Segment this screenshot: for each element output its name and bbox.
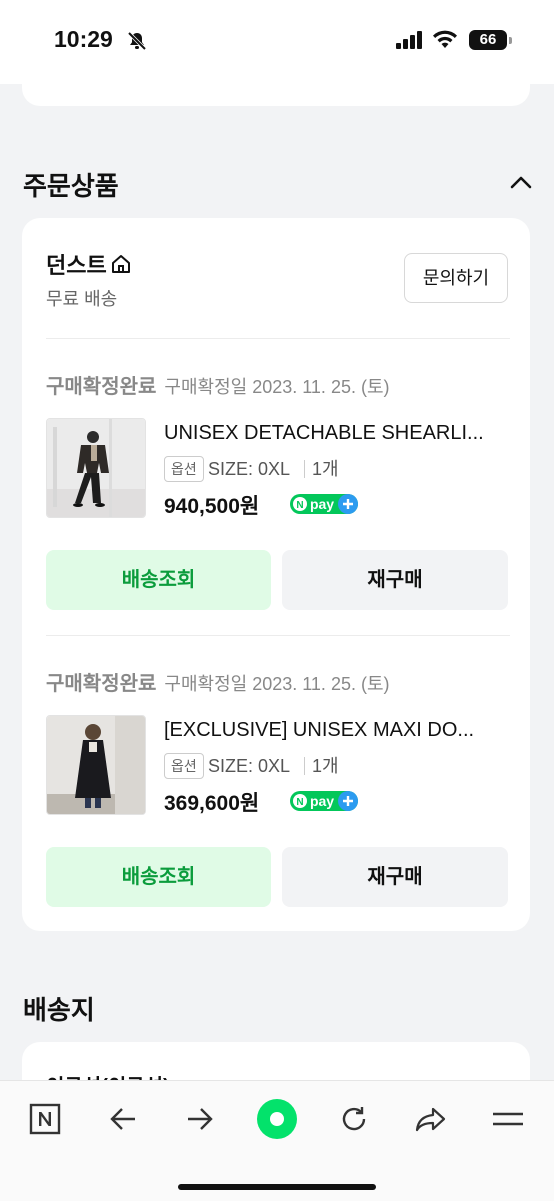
back-arrow-icon [110, 1108, 135, 1130]
track-delivery-button[interactable]: 배송조회 [46, 847, 271, 907]
separator [304, 757, 305, 775]
order-status-label: 구매확정완료 [46, 376, 157, 398]
naver-home-button[interactable] [20, 1099, 70, 1139]
order-status-label: 구매확정완료 [46, 673, 157, 695]
share-icon [415, 1107, 446, 1132]
forward-button[interactable] [175, 1099, 225, 1139]
svg-text:N: N [296, 500, 303, 511]
npay-label: pay [310, 793, 334, 809]
refresh-button[interactable] [329, 1099, 379, 1139]
npay-label: pay [310, 496, 334, 512]
delivery-address-title: 배송지 [23, 995, 95, 1025]
menu-icon [493, 1112, 523, 1126]
order-card: 던스트 무료 배송 문의하기 구매확정완료구매확정일 2023. 11. 25.… [22, 218, 530, 931]
order-status: 구매확정완료 구매확정일 2023. 11. 25. (토) [46, 370, 390, 399]
battery-tip [509, 37, 512, 44]
inquiry-button[interactable]: 문의하기 [404, 253, 508, 303]
signal-icon [396, 31, 422, 49]
naver-home-icon [29, 1103, 61, 1135]
option-badge: 옵션 [164, 753, 204, 779]
product-price: 369,600원 [164, 792, 260, 815]
share-button[interactable] [406, 1099, 456, 1139]
status-time: 10:29 [54, 26, 113, 52]
option-badge: 옵션 [164, 456, 204, 482]
product-price: 940,500원 [164, 495, 260, 518]
npay-plus-icon: N pay [290, 494, 358, 514]
product-name[interactable]: [EXCLUSIVE] UNISEX MAXI DO... [164, 719, 514, 742]
svg-text:N: N [296, 797, 303, 808]
npay-plus-icon: N pay [290, 791, 358, 811]
store-home-icon[interactable] [110, 253, 132, 275]
refresh-icon [342, 1107, 366, 1131]
shipping-info: 무료 배송 [46, 289, 118, 309]
green-dot-icon [257, 1099, 297, 1139]
order-item: 구매확정완료 구매확정일 2023. 11. 25. (토) UNISEX DET… [22, 370, 530, 666]
browser-toolbar [0, 1080, 554, 1201]
order-confirm-date: 구매확정일 2023. 11. 25. (토) [164, 377, 390, 397]
quantity: 1개 [312, 459, 339, 479]
product-thumbnail[interactable] [46, 418, 146, 518]
order-item: 구매확정완료 구매확정일 2023. 11. 25. (토) [EXCLUSIVE… [22, 667, 530, 963]
divider [46, 338, 510, 339]
home-indicator [178, 1184, 376, 1190]
track-delivery-button[interactable]: 배송조회 [46, 550, 271, 610]
option-value: SIZE: 0XL [208, 459, 291, 479]
product-thumbnail[interactable] [46, 715, 146, 815]
product-name[interactable]: UNISEX DETACHABLE SHEARLI... [164, 422, 514, 445]
rebuy-button[interactable]: 재구매 [282, 847, 508, 907]
order-confirm-date: 구매확정일 2023. 11. 25. (토) [164, 674, 390, 694]
back-button[interactable] [98, 1099, 148, 1139]
bell-muted-icon [127, 31, 147, 51]
separator [304, 460, 305, 478]
quantity: 1개 [312, 756, 339, 776]
green-dot-button[interactable] [252, 1099, 302, 1139]
previous-card [22, 84, 530, 106]
option-value: SIZE: 0XL [208, 756, 291, 776]
menu-button[interactable] [483, 1099, 533, 1139]
rebuy-button[interactable]: 재구매 [282, 550, 508, 610]
order-status: 구매확정완료 구매확정일 2023. 11. 25. (토) [46, 667, 390, 696]
status-bar: 10:29 66 [0, 0, 554, 84]
chevron-up-icon[interactable] [508, 170, 534, 194]
forward-arrow-icon [188, 1108, 213, 1130]
seller-name[interactable]: 던스트 [46, 248, 107, 280]
order-items-title: 주문상품 [23, 171, 119, 201]
battery-indicator: 66 [469, 30, 507, 50]
wifi-icon [433, 30, 457, 48]
divider [46, 635, 510, 636]
